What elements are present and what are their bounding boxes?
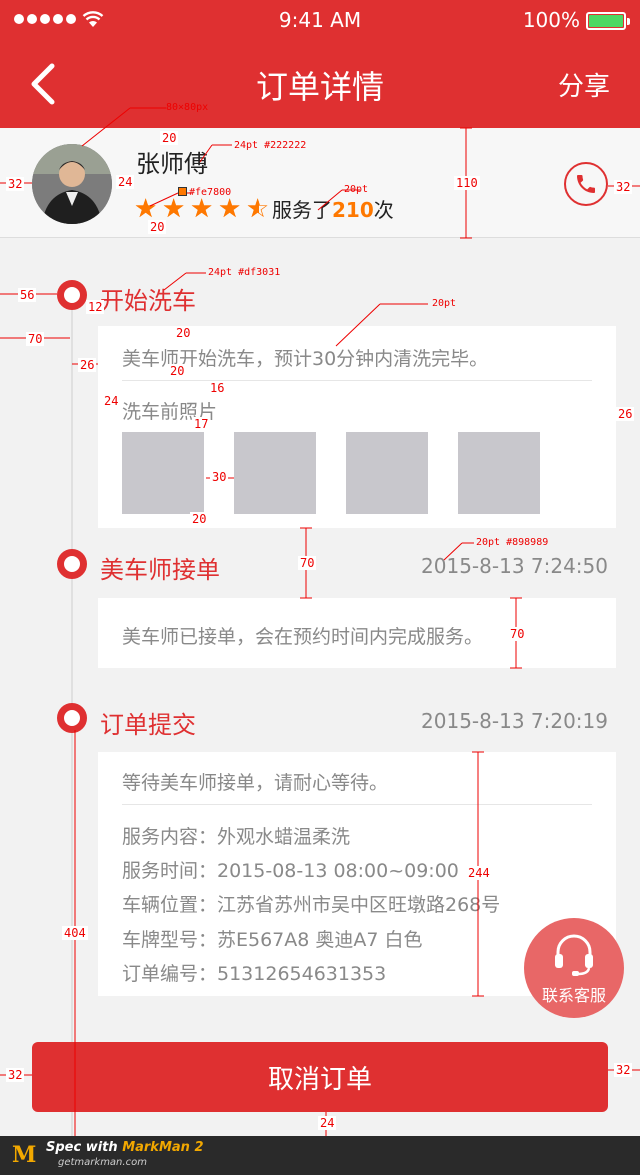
- before-wash-photo[interactable]: [458, 432, 540, 514]
- annotation: 24pt #222222: [234, 140, 307, 151]
- served-count: 服务了210次: [272, 198, 394, 222]
- annotation: 20: [190, 512, 209, 526]
- annotation: 12: [86, 300, 105, 314]
- share-button[interactable]: 分享: [558, 66, 610, 103]
- annotation: 56: [18, 288, 37, 302]
- annotation: 32: [614, 1063, 633, 1077]
- star-icon: ☆ ★: [246, 194, 270, 224]
- annotation: 110: [454, 176, 480, 190]
- step-message: 美车师已接单，会在预约时间内完成服务。: [122, 626, 484, 648]
- timeline-node-active: [57, 280, 87, 310]
- annotation: 20: [174, 326, 193, 340]
- cancel-order-button[interactable]: 取消订单: [32, 1042, 608, 1112]
- before-wash-photo[interactable]: [234, 432, 316, 514]
- avatar[interactable]: [32, 144, 112, 224]
- rating-stars: ☆ ★ ☆ ★ ☆ ★ ☆ ★ ☆ ★: [134, 196, 272, 222]
- before-wash-photo[interactable]: [346, 432, 428, 514]
- detail-order-number: 订单编号：51312654631353: [122, 963, 387, 985]
- phone-icon: [577, 175, 595, 193]
- nav-bar: 9:41 AM 100% 订单详情 分享: [0, 0, 640, 128]
- page-title: 订单详情: [255, 68, 384, 106]
- star-icon: ☆ ★: [162, 194, 186, 224]
- annotation: 30: [210, 470, 229, 484]
- annotation: 24: [102, 394, 121, 408]
- battery-icon: [586, 12, 630, 30]
- detail-time: 服务时间：2015-08-13 08:00~09:00: [122, 860, 459, 882]
- annotation: 17: [192, 417, 211, 431]
- call-button[interactable]: [564, 162, 608, 206]
- annotation: 24: [318, 1116, 337, 1130]
- step-time: 2015-8-13 7:20:19: [421, 709, 608, 733]
- annotation: 26: [616, 407, 635, 421]
- annotation: 16: [208, 381, 227, 395]
- annotation: 20pt: [344, 184, 369, 195]
- star-icon: ☆ ★: [190, 194, 214, 224]
- star-icon: ☆ ★: [218, 194, 242, 224]
- step-title: 美车师接单: [100, 556, 220, 584]
- annotation: 20: [160, 131, 179, 145]
- annotation: 20pt #898989: [476, 537, 549, 548]
- footer-url: getmarkman.com: [58, 1157, 147, 1168]
- annotation: 70: [508, 627, 527, 641]
- step-message: 等待美车师接单，请耐心等待。: [122, 772, 389, 794]
- timeline-node: [57, 703, 87, 733]
- annotation: 24: [116, 175, 135, 189]
- annotation: 404: [62, 926, 88, 940]
- battery-percent: 100%: [522, 8, 580, 32]
- step-time: 2015-8-13 7:24:50: [421, 554, 608, 578]
- detail-location: 车辆位置：江苏省苏州市吴中区旺墩路268号: [122, 894, 501, 916]
- step-card-washing: 美车师开始洗车，预计30分钟内清洗完毕。 洗车前照片: [98, 326, 616, 528]
- status-bar: 9:41 AM 100%: [0, 0, 640, 40]
- customer-service-button[interactable]: 联系客服: [524, 918, 624, 1018]
- before-wash-photo[interactable]: [122, 432, 204, 514]
- step-card-accepted: 美车师已接单，会在预约时间内完成服务。: [98, 598, 616, 668]
- annotation: #fe7800: [178, 187, 231, 198]
- headset-icon: [555, 934, 593, 976]
- customer-service-label: 联系客服: [541, 986, 606, 1005]
- divider: [122, 380, 592, 381]
- detail-plate: 车牌型号：苏E567A8 奥迪A7 白色: [122, 929, 423, 951]
- timeline-node: [57, 549, 87, 579]
- detail-service: 服务内容：外观水蜡温柔洗: [122, 826, 351, 848]
- annotation: 20: [148, 220, 167, 234]
- master-name: 张师傅: [136, 150, 208, 178]
- markman-logo-icon: M: [12, 1142, 37, 1168]
- master-card: 张师傅 ☆ ★ ☆ ★ ☆ ★ ☆ ★ ☆ ★ 服务了210次: [0, 128, 640, 238]
- footer-spec: Spec with MarkMan 2: [46, 1140, 204, 1155]
- annotation: 26: [78, 358, 97, 372]
- annotation: 244: [466, 866, 492, 880]
- annotation: 32: [6, 177, 25, 191]
- divider: [122, 804, 592, 805]
- annotation: 24pt #df3031: [208, 267, 281, 278]
- markman-footer: M Spec with MarkMan 2 getmarkman.com: [0, 1136, 640, 1175]
- annotation: 70: [26, 332, 45, 346]
- annotation: 20pt: [432, 298, 457, 309]
- annotation: 80×80px: [166, 102, 209, 113]
- annotation: 32: [614, 180, 633, 194]
- star-icon: ☆ ★: [134, 194, 158, 224]
- annotation: 20: [168, 364, 187, 378]
- annotation: 70: [298, 556, 317, 570]
- annotation: 32: [6, 1068, 25, 1082]
- step-title: 订单提交: [100, 711, 196, 739]
- step-title: 开始洗车: [100, 287, 196, 315]
